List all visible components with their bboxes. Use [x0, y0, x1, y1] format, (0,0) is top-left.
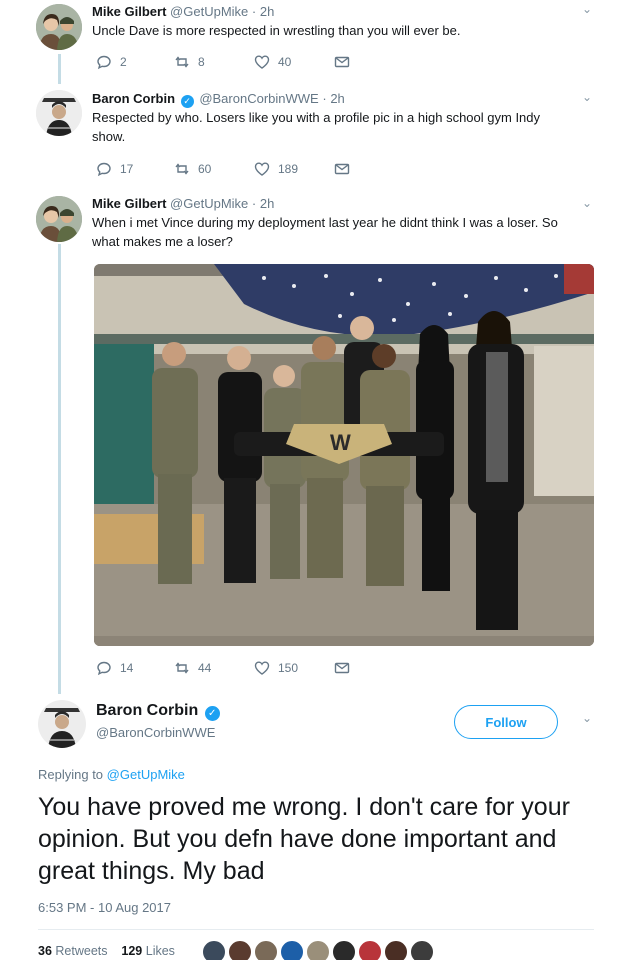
- replying-to: Replying to @GetUpMike: [38, 767, 185, 782]
- likes-label: Likes: [145, 944, 175, 958]
- chevron-down-icon[interactable]: ⌄: [582, 196, 592, 210]
- reply-count: 14: [120, 661, 134, 675]
- reply-icon: [97, 162, 111, 177]
- divider: [38, 929, 594, 930]
- retweet-icon: [175, 56, 189, 68]
- retweet-button[interactable]: 44: [174, 660, 211, 676]
- liker-avatar[interactable]: [332, 940, 356, 960]
- reply-button[interactable]: 14: [96, 660, 133, 676]
- retweet-icon: [175, 662, 189, 674]
- replying-prefix: Replying to: [38, 767, 104, 782]
- reply-button[interactable]: 2: [96, 54, 127, 70]
- liker-avatar[interactable]: [202, 940, 226, 960]
- tweet-header: Mike Gilbert @GetUpMike · 2h: [92, 4, 274, 19]
- like-count: 189: [278, 162, 299, 176]
- author-handle[interactable]: @BaronCorbinWWE: [199, 91, 318, 106]
- separator: ·: [251, 4, 257, 19]
- reply-count: 17: [120, 162, 134, 176]
- separator: ·: [251, 196, 257, 211]
- liker-avatar[interactable]: [306, 940, 330, 960]
- liker-avatar[interactable]: [280, 940, 304, 960]
- liker-avatar[interactable]: [228, 940, 252, 960]
- heart-icon: [254, 55, 270, 69]
- thread-tweet-2: Baron Corbin ✓ @BaronCorbinWWE · 2h ⌄ Re…: [0, 86, 624, 186]
- avatar[interactable]: [36, 90, 82, 136]
- thread-line: [58, 54, 61, 84]
- envelope-icon: [334, 163, 350, 175]
- separator: ·: [322, 91, 327, 106]
- avatar[interactable]: [36, 196, 82, 242]
- chevron-down-icon[interactable]: ⌄: [582, 711, 592, 725]
- author-name[interactable]: Baron Corbin ✓: [96, 702, 222, 721]
- liker-avatars: [202, 940, 434, 960]
- likes-count: 129: [121, 944, 143, 958]
- retweets-label: Retweets: [55, 944, 108, 958]
- tweet-text: When i met Vince during my deployment la…: [92, 215, 558, 249]
- avatar[interactable]: [38, 700, 86, 748]
- author-name[interactable]: Baron Corbin: [92, 91, 175, 106]
- chevron-down-icon[interactable]: ⌄: [582, 2, 592, 16]
- like-button[interactable]: 189: [254, 161, 298, 177]
- retweet-button[interactable]: 8: [174, 54, 205, 70]
- svg-text:W: W: [330, 430, 351, 455]
- author-handle[interactable]: @GetUpMike: [170, 4, 248, 19]
- follow-button[interactable]: Follow: [454, 705, 558, 739]
- author-handle[interactable]: @GetUpMike: [170, 196, 248, 211]
- tweet-header: Mike Gilbert @GetUpMike · 2h: [92, 196, 274, 211]
- verified-badge-icon: ✓: [180, 95, 194, 108]
- liker-avatar[interactable]: [254, 940, 278, 960]
- chevron-down-icon[interactable]: ⌄: [582, 90, 592, 104]
- message-button[interactable]: [334, 161, 350, 177]
- like-count: 150: [278, 661, 299, 675]
- retweet-icon: [175, 163, 189, 175]
- reply-button[interactable]: 17: [96, 161, 133, 177]
- tweet-text: Respected by who. Losers like you with a…: [92, 110, 541, 144]
- author-handle[interactable]: @BaronCorbinWWE: [96, 725, 215, 740]
- author-name[interactable]: Mike Gilbert: [92, 4, 166, 19]
- heart-icon: [254, 661, 270, 675]
- tweet-text: Uncle Dave is more respected in wrestlin…: [92, 23, 461, 38]
- retweet-count: 44: [198, 661, 212, 675]
- retweets-count: 36: [38, 944, 52, 958]
- thread-line: [58, 244, 61, 694]
- retweet-count: 60: [198, 162, 212, 176]
- author-name[interactable]: Mike Gilbert: [92, 196, 166, 211]
- reply-icon: [97, 55, 111, 70]
- message-button[interactable]: [334, 54, 350, 70]
- replying-to-link[interactable]: @GetUpMike: [107, 767, 185, 782]
- tweet-timestamp[interactable]: 6:53 PM - 10 Aug 2017: [38, 900, 171, 915]
- envelope-icon: [334, 56, 350, 68]
- thread-tweet-1: Mike Gilbert @GetUpMike · 2h ⌄ Uncle Dav…: [0, 0, 624, 80]
- tweet-time[interactable]: 2h: [260, 196, 274, 211]
- main-tweet-text: You have proved me wrong. I don't care f…: [38, 793, 570, 885]
- author-name-text[interactable]: Baron Corbin: [96, 702, 198, 719]
- retweets-stat[interactable]: 36 Retweets: [38, 944, 108, 958]
- avatar[interactable]: [36, 4, 82, 50]
- like-button[interactable]: 150: [254, 660, 298, 676]
- like-button[interactable]: 40: [254, 54, 291, 70]
- retweet-button[interactable]: 60: [174, 161, 211, 177]
- heart-icon: [254, 162, 270, 176]
- liker-avatar[interactable]: [358, 940, 382, 960]
- verified-badge-icon: ✓: [204, 706, 220, 721]
- tweet-header: Baron Corbin ✓ @BaronCorbinWWE · 2h: [92, 91, 345, 108]
- like-count: 40: [278, 55, 292, 69]
- engagement-stats: 36 Retweets 129 Likes: [38, 944, 175, 958]
- tweet-photo[interactable]: W: [94, 264, 594, 646]
- envelope-icon: [334, 662, 350, 674]
- tweet-time[interactable]: 2h: [330, 91, 344, 106]
- liker-avatar[interactable]: [384, 940, 408, 960]
- tweet-time[interactable]: 2h: [260, 4, 274, 19]
- message-button[interactable]: [334, 660, 350, 676]
- likes-stat[interactable]: 129 Likes: [121, 944, 175, 958]
- reply-icon: [97, 661, 111, 676]
- liker-avatar[interactable]: [410, 940, 434, 960]
- retweet-count: 8: [198, 55, 205, 69]
- reply-count: 2: [120, 55, 127, 69]
